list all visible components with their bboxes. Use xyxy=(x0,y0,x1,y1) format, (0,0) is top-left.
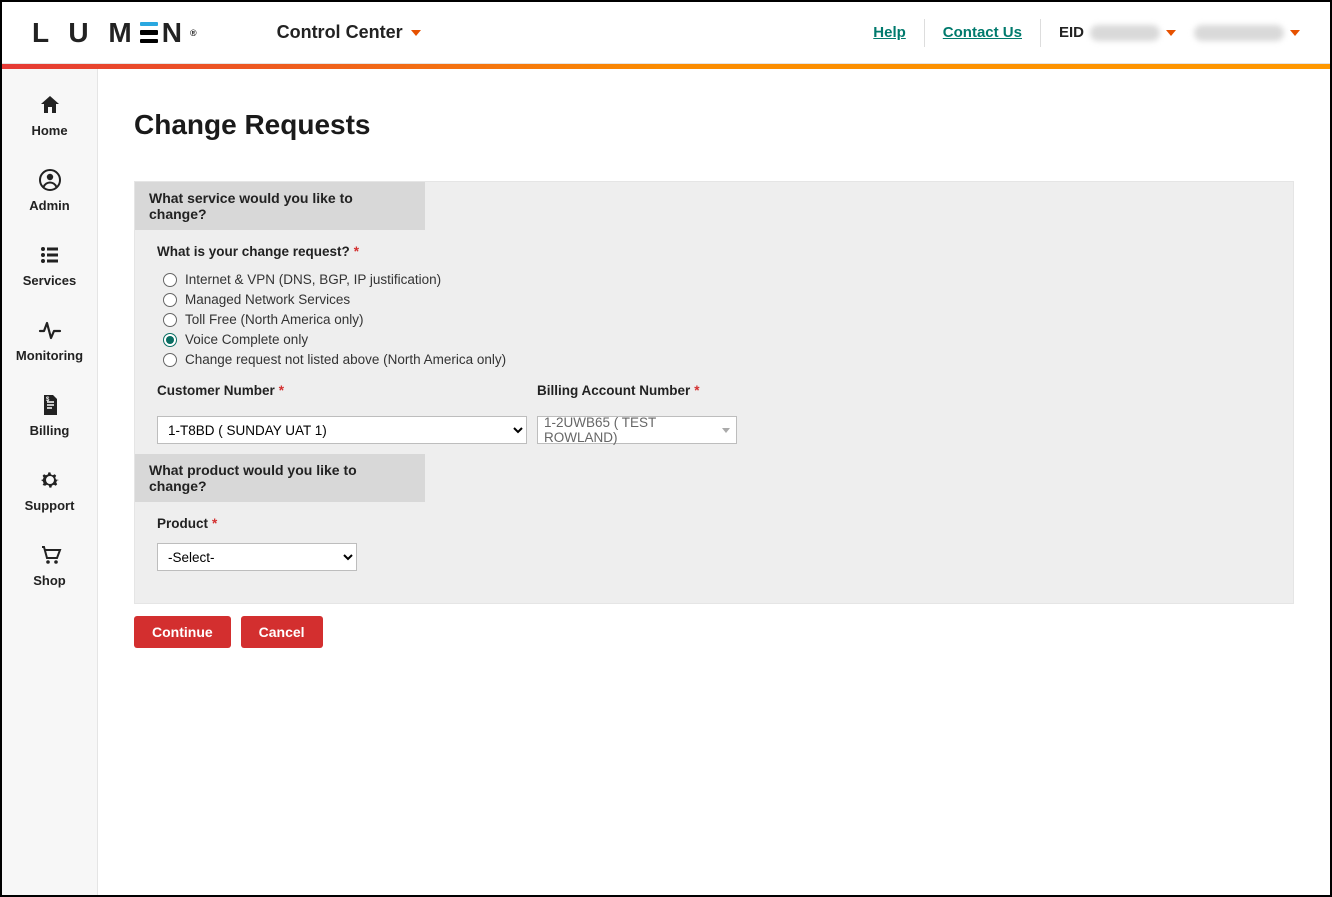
product-select[interactable]: -Select- xyxy=(157,543,357,571)
cart-icon xyxy=(38,543,62,567)
sidebar-item-support[interactable]: Support xyxy=(2,468,97,513)
contact-us-link[interactable]: Contact Us xyxy=(943,24,1022,41)
sidebar-item-label: Services xyxy=(23,273,77,288)
customer-number-select[interactable]: 1-T8BD ( SUNDAY UAT 1) xyxy=(157,416,527,444)
sidebar-item-label: Support xyxy=(25,498,75,513)
divider xyxy=(924,19,925,47)
radio-option[interactable]: Toll Free (North America only) xyxy=(163,311,1271,329)
billing-account-select[interactable]: 1-2UWB65 ( TEST ROWLAND) xyxy=(537,416,737,444)
sidebar-item-label: Admin xyxy=(29,198,69,213)
sidebar-item-billing[interactable]: $ Billing xyxy=(2,393,97,438)
divider xyxy=(1040,19,1041,47)
sidebar-item-admin[interactable]: Admin xyxy=(2,168,97,213)
activity-icon xyxy=(38,318,62,342)
radio-icon xyxy=(163,333,177,347)
header-bar: L U M N® Control Center Help Contact Us … xyxy=(2,2,1330,64)
radio-icon xyxy=(163,293,177,307)
radio-label: Voice Complete only xyxy=(185,331,308,349)
chevron-down-icon xyxy=(722,428,730,433)
sidebar-item-home[interactable]: Home xyxy=(2,93,97,138)
sidebar-item-services[interactable]: Services xyxy=(2,243,97,288)
header-right: Help Contact Us EID xyxy=(873,19,1300,47)
sidebar-item-label: Home xyxy=(31,123,67,138)
radio-option[interactable]: Voice Complete only xyxy=(163,331,1271,349)
radio-option[interactable]: Managed Network Services xyxy=(163,291,1271,309)
form-panel: What service would you like to change? W… xyxy=(134,181,1294,604)
chevron-down-icon xyxy=(1166,30,1176,36)
radio-icon xyxy=(163,313,177,327)
logo: L U M N® xyxy=(32,17,197,49)
change-request-label: What is your change request?* xyxy=(157,244,1271,259)
invoice-icon: $ xyxy=(38,393,62,417)
logo-e-icon xyxy=(140,22,158,44)
list-icon xyxy=(38,243,62,267)
eid-label: EID xyxy=(1059,24,1084,41)
control-center-dropdown[interactable]: Control Center xyxy=(277,22,421,43)
radio-option[interactable]: Internet & VPN (DNS, BGP, IP justificati… xyxy=(163,271,1271,289)
chevron-down-icon xyxy=(1290,30,1300,36)
page-title: Change Requests xyxy=(134,109,1294,141)
sidebar-item-label: Monitoring xyxy=(16,348,83,363)
continue-button[interactable]: Continue xyxy=(134,616,231,648)
account-dropdown[interactable] xyxy=(1194,25,1300,41)
eid-dropdown[interactable]: EID xyxy=(1059,24,1176,41)
customer-number-label: Customer Number* xyxy=(157,383,527,398)
sidebar-item-label: Billing xyxy=(30,423,70,438)
sidebar-item-shop[interactable]: Shop xyxy=(2,543,97,588)
product-label: Product* xyxy=(157,516,1271,531)
home-icon xyxy=(38,93,62,117)
help-link[interactable]: Help xyxy=(873,24,906,41)
eid-value-redacted xyxy=(1090,25,1160,41)
radio-label: Internet & VPN (DNS, BGP, IP justificati… xyxy=(185,271,441,289)
sidebar-item-monitoring[interactable]: Monitoring xyxy=(2,318,97,363)
account-value-redacted xyxy=(1194,25,1284,41)
user-icon xyxy=(38,168,62,192)
billing-account-value: 1-2UWB65 ( TEST ROWLAND) xyxy=(544,415,722,445)
content-area: Change Requests What service would you l… xyxy=(98,69,1330,895)
section-header-service: What service would you like to change? xyxy=(135,182,425,230)
section-header-product: What product would you like to change? xyxy=(135,454,425,502)
billing-account-label: Billing Account Number* xyxy=(537,383,737,398)
change-request-radio-group: Internet & VPN (DNS, BGP, IP justificati… xyxy=(163,271,1271,369)
radio-option[interactable]: Change request not listed above (North A… xyxy=(163,351,1271,369)
cancel-button[interactable]: Cancel xyxy=(241,616,323,648)
sidebar: Home Admin Services Monitoring $ Billing… xyxy=(2,69,98,895)
gear-icon xyxy=(38,468,62,492)
radio-icon xyxy=(163,273,177,287)
radio-icon xyxy=(163,353,177,367)
radio-label: Managed Network Services xyxy=(185,291,350,309)
radio-label: Change request not listed above (North A… xyxy=(185,351,506,369)
chevron-down-icon xyxy=(411,30,421,36)
control-center-label: Control Center xyxy=(277,22,403,43)
sidebar-item-label: Shop xyxy=(33,573,66,588)
radio-label: Toll Free (North America only) xyxy=(185,311,364,329)
